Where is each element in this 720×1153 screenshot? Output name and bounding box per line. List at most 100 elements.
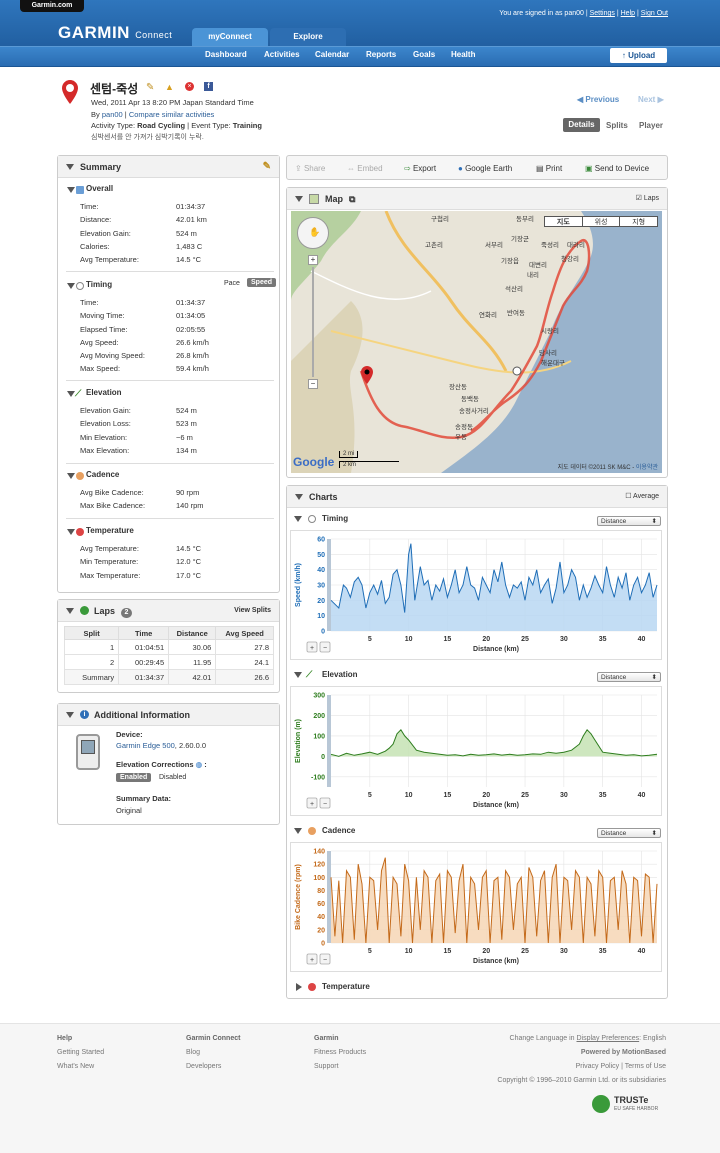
additional-triangle-icon[interactable]	[66, 712, 74, 718]
chart-zoom-in-icon[interactable]: +	[306, 953, 318, 965]
embed-button[interactable]: ⇔ Embed	[347, 164, 383, 173]
timing-xaxis-select[interactable]: Distance ⬍	[597, 516, 661, 526]
edit-pencil-icon[interactable]: ✎	[146, 82, 154, 93]
nav-health[interactable]: Health	[451, 50, 475, 59]
sign-out-link[interactable]: Sign Out	[641, 10, 668, 17]
map-type-map[interactable]: 지도	[545, 217, 583, 226]
map-pan-control[interactable]: ✋	[297, 217, 329, 249]
cadence-xaxis-select[interactable]: Distance ⬍	[597, 828, 661, 838]
map-type-satellite[interactable]: 위성	[583, 217, 621, 226]
view-details-tab[interactable]: Details	[563, 118, 600, 132]
google-logo[interactable]: Google	[293, 455, 334, 469]
route-map[interactable]: ✋ + − 지도 위성 지형 구첩리 고촌리 서부리 동부리 기장군 죽성리 대라리 기장읍 대…	[291, 211, 662, 473]
chart-zoom-out-icon[interactable]: −	[319, 797, 331, 809]
disabled-toggle[interactable]: Disabled	[159, 774, 186, 781]
pace-toggle[interactable]: Pace	[224, 280, 240, 287]
temperature-header[interactable]: Temperature	[66, 526, 274, 540]
truste-badge[interactable]: TRUSTe EU SAFE HARBOR	[592, 1094, 666, 1114]
chart-zoom-in-icon[interactable]: +	[306, 641, 318, 653]
cadence-header[interactable]: Cadence	[66, 470, 274, 484]
footer-terms-link[interactable]: Terms of Use	[625, 1063, 666, 1070]
export-button[interactable]: ⇨ Export	[404, 164, 436, 173]
temperature-triangle-icon[interactable]	[67, 529, 75, 535]
view-player-tab[interactable]: Player	[639, 121, 663, 130]
garmin-connect-logo[interactable]: GARMIN Connect	[58, 23, 172, 43]
send-to-device-button[interactable]: ▣ Send to Device	[585, 164, 649, 173]
cadence-chart-triangle-icon[interactable]	[294, 828, 302, 834]
user-link[interactable]: pan00	[102, 110, 123, 119]
nav-reports[interactable]: Reports	[366, 50, 396, 59]
overall-triangle-icon[interactable]	[67, 187, 75, 193]
tab-explore[interactable]: Explore	[270, 28, 346, 46]
view-splits-link[interactable]: View Splits	[234, 600, 271, 622]
timing-header[interactable]: Timing Pace Speed	[66, 278, 277, 294]
previous-link[interactable]: ◀ Previous	[577, 95, 619, 104]
timing-chart-header[interactable]: Timing	[294, 514, 348, 523]
elevation-chart-header[interactable]: ⟋ Elevation	[294, 669, 358, 679]
view-splits-tab[interactable]: Splits	[606, 121, 628, 130]
chart-zoom-out-icon[interactable]: −	[319, 953, 331, 965]
share-button[interactable]: ⇪ Share	[295, 164, 325, 173]
laps-col-split[interactable]: Split	[63, 626, 120, 640]
overall-header[interactable]: Overall	[66, 184, 274, 198]
garmin-com-tab[interactable]: Garmin.com	[20, 0, 84, 12]
additional-header[interactable]: i Additional Information	[58, 704, 279, 726]
map-zoom-out-button[interactable]: −	[308, 379, 318, 389]
chart-zoom-in-icon[interactable]: +	[306, 797, 318, 809]
map-terms-link[interactable]: 이용약관	[636, 465, 658, 471]
footer-privacy-link[interactable]: Privacy Policy	[576, 1063, 620, 1070]
footer-fitness-products[interactable]: Fitness Products	[314, 1049, 366, 1056]
cadence-triangle-icon[interactable]	[67, 473, 75, 479]
map-type-terrain[interactable]: 지형	[620, 217, 657, 226]
laps-col-avgspeed[interactable]: Avg Speed	[215, 626, 274, 640]
compare-link[interactable]: Compare similar activities	[129, 110, 214, 119]
start-marker-icon[interactable]	[361, 366, 373, 384]
laps-col-time[interactable]: Time	[118, 626, 170, 640]
footer-developers[interactable]: Developers	[186, 1063, 221, 1070]
tab-myconnect[interactable]: myConnect	[192, 28, 268, 46]
timing-triangle-icon[interactable]	[67, 283, 75, 289]
footer-display-prefs-link[interactable]: Display Preferences	[577, 1035, 640, 1042]
elevation-chart-triangle-icon[interactable]	[294, 672, 302, 678]
charts-header[interactable]: Charts ☐ Average	[287, 486, 667, 508]
average-checkbox[interactable]: ☐ Average	[625, 486, 659, 508]
delete-icon[interactable]: ×	[185, 82, 194, 91]
map-header[interactable]: Map ⧉ ☑ Laps	[287, 188, 667, 210]
summary-header[interactable]: Summary ✎	[58, 156, 279, 178]
google-earth-button[interactable]: ● Google Earth	[458, 164, 512, 173]
temperature-chart-header[interactable]: Temperature	[294, 982, 370, 991]
map-zoom-in-button[interactable]: +	[308, 255, 318, 265]
lock-icon[interactable]: ▲	[165, 82, 174, 92]
enabled-toggle[interactable]: Enabled	[116, 773, 152, 782]
temperature-chart-expand-icon[interactable]	[296, 983, 302, 991]
footer-whats-new[interactable]: What's New	[57, 1063, 94, 1070]
elevation-chart[interactable]: -100 0 100 200 300 5 10 15 20 25 30 35 40 Distance (k…	[291, 687, 663, 817]
charts-triangle-icon[interactable]	[295, 494, 303, 500]
cadence-chart-header[interactable]: Cadence	[294, 826, 355, 835]
elevation-xaxis-select[interactable]: Distance ⬍	[597, 672, 661, 682]
chart-zoom-out-icon[interactable]: −	[319, 641, 331, 653]
summary-edit-icon[interactable]: ✎	[263, 156, 271, 178]
speed-toggle[interactable]: Speed	[247, 278, 277, 287]
settings-link[interactable]: Settings	[590, 10, 615, 17]
timing-chart-triangle-icon[interactable]	[294, 516, 302, 522]
cadence-chart[interactable]: 0 20 40 60 80 100 120 140 5 10 15 20 25 30 35 40 Distanc…	[291, 843, 663, 973]
nav-dashboard[interactable]: Dashboard	[205, 50, 247, 59]
upload-button[interactable]: ↑ Upload	[610, 48, 667, 63]
nav-activities[interactable]: Activities	[264, 50, 300, 59]
print-button[interactable]: ▤ Print	[536, 164, 562, 173]
footer-support[interactable]: Support	[314, 1063, 339, 1070]
help-icon[interactable]: ◍	[196, 760, 203, 769]
laps-checkbox[interactable]: ☑ Laps	[636, 188, 659, 210]
footer-getting-started[interactable]: Getting Started	[57, 1049, 104, 1056]
device-link[interactable]: Garmin Edge 500	[116, 741, 175, 750]
map-popout-icon[interactable]: ⧉	[349, 188, 355, 210]
elevation-header[interactable]: ⟋ Elevation	[66, 388, 274, 402]
next-link[interactable]: Next ▶	[638, 95, 664, 104]
collapse-triangle-icon[interactable]	[66, 164, 74, 170]
laps-triangle-icon[interactable]	[66, 608, 74, 614]
facebook-icon[interactable]: f	[204, 82, 213, 91]
nav-calendar[interactable]: Calendar	[315, 50, 349, 59]
help-link[interactable]: Help	[621, 10, 635, 17]
nav-goals[interactable]: Goals	[413, 50, 435, 59]
